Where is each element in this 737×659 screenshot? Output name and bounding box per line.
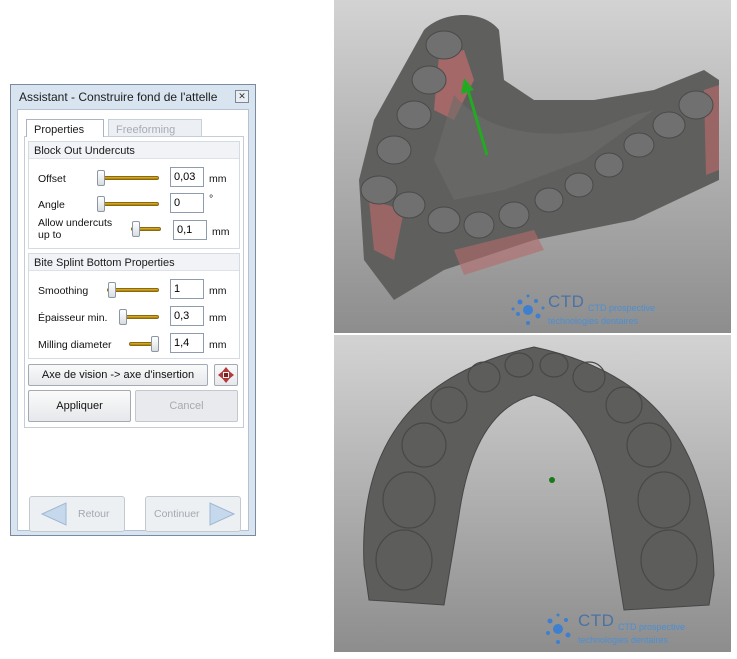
ctd-logo-line2-bottom: technologies dentaires [578,635,669,645]
offset-slider-track[interactable] [99,176,159,180]
dialog-body: Properties Freeforming Block Out Undercu… [17,109,249,532]
close-icon[interactable]: ✕ [235,90,249,103]
back-button[interactable]: Retour [29,496,125,532]
dental-arch-perspective-model [359,15,719,300]
milling-diameter-slider-thumb[interactable] [151,336,159,352]
smoothing-label: Smoothing [38,285,89,297]
epaisseur-min-slider-thumb[interactable] [119,309,127,325]
milling-diameter-unit: mm [209,339,227,351]
angle-unit: ° [209,193,214,205]
allow-undercuts-label-line2: up to [38,229,62,241]
move-arrows-glyph [218,367,234,383]
bite-splint-bottom-group: Bite Splint Bottom Properties Smoothing … [28,253,240,359]
back-arrow-icon [40,502,67,526]
offset-unit: mm [209,173,227,185]
bite-splint-bottom-header: Bite Splint Bottom Properties [29,254,239,271]
ctd-logo-line1-bottom: CTD prospective [618,622,686,632]
forward-arrow-icon [209,502,236,526]
allow-undercuts-unit: mm [212,226,230,238]
continue-button-label: Continuer [154,508,200,520]
milling-diameter-field[interactable]: 1,4 [170,333,204,353]
ctd-logo-line2: technologies dentaires [548,316,639,326]
3d-viewport-top-down[interactable]: CTD CTD prospective technologies dentair… [334,335,731,652]
smoothing-slider-thumb[interactable] [108,282,116,298]
view-axis-to-insertion-axis-button[interactable]: Axe de vision -> axe d'insertion [28,364,208,386]
angle-slider-track[interactable] [99,202,159,206]
apply-button[interactable]: Appliquer [28,390,131,422]
title-bar[interactable]: Assistant - Construire fond de l'attelle… [11,85,255,107]
move-arrows-icon[interactable] [214,364,238,386]
angle-field[interactable]: 0 [170,193,204,213]
epaisseur-min-field[interactable]: 0,3 [170,306,204,326]
offset-field[interactable]: 0,03 [170,167,204,187]
block-out-undercuts-header: Block Out Undercuts [29,142,239,159]
offset-label: Offset [38,173,66,185]
ctd-logo-top: CTD CTD prospective technologies dentair… [510,292,710,332]
ctd-logo-name-bottom: CTD [578,611,615,630]
epaisseur-min-label: Épaisseur min. [38,312,108,324]
back-button-label: Retour [78,508,110,520]
ctd-logo-bottom: CTD CTD prospective technologies dentair… [540,611,730,651]
properties-panel: Block Out Undercuts Offset 0,03 mm Angle… [24,136,244,428]
ctd-logo-mark-bottom [546,613,571,644]
smoothing-unit: mm [209,285,227,297]
cancel-button[interactable]: Cancel [135,390,238,422]
ctd-logo-name: CTD [548,292,585,311]
dialog-title: Assistant - Construire fond de l'attelle [19,90,218,104]
offset-slider-thumb[interactable] [97,170,105,186]
ctd-logo-mark [511,294,545,325]
allow-undercuts-label-line1: Allow undercuts [38,217,113,229]
tab-freeforming[interactable]: Freeforming [108,119,202,137]
assistant-dialog: Assistant - Construire fond de l'attelle… [10,84,256,536]
angle-slider-thumb[interactable] [97,196,105,212]
dental-arch-topdown-model [363,346,715,611]
allow-undercuts-slider-thumb[interactable] [132,221,140,237]
allow-undercuts-field[interactable]: 0,1 [173,220,207,240]
continue-button[interactable]: Continuer [145,496,241,532]
smoothing-field[interactable]: 1 [170,279,204,299]
angle-label: Angle [38,199,65,211]
tab-properties[interactable]: Properties [26,119,104,137]
epaisseur-min-unit: mm [209,312,227,324]
ctd-logo-line1: CTD prospective [588,303,656,313]
block-out-undercuts-group: Block Out Undercuts Offset 0,03 mm Angle… [28,141,240,249]
3d-viewport-perspective[interactable]: CTD CTD prospective technologies dentair… [334,0,731,333]
milling-diameter-label: Milling diameter [38,339,112,351]
